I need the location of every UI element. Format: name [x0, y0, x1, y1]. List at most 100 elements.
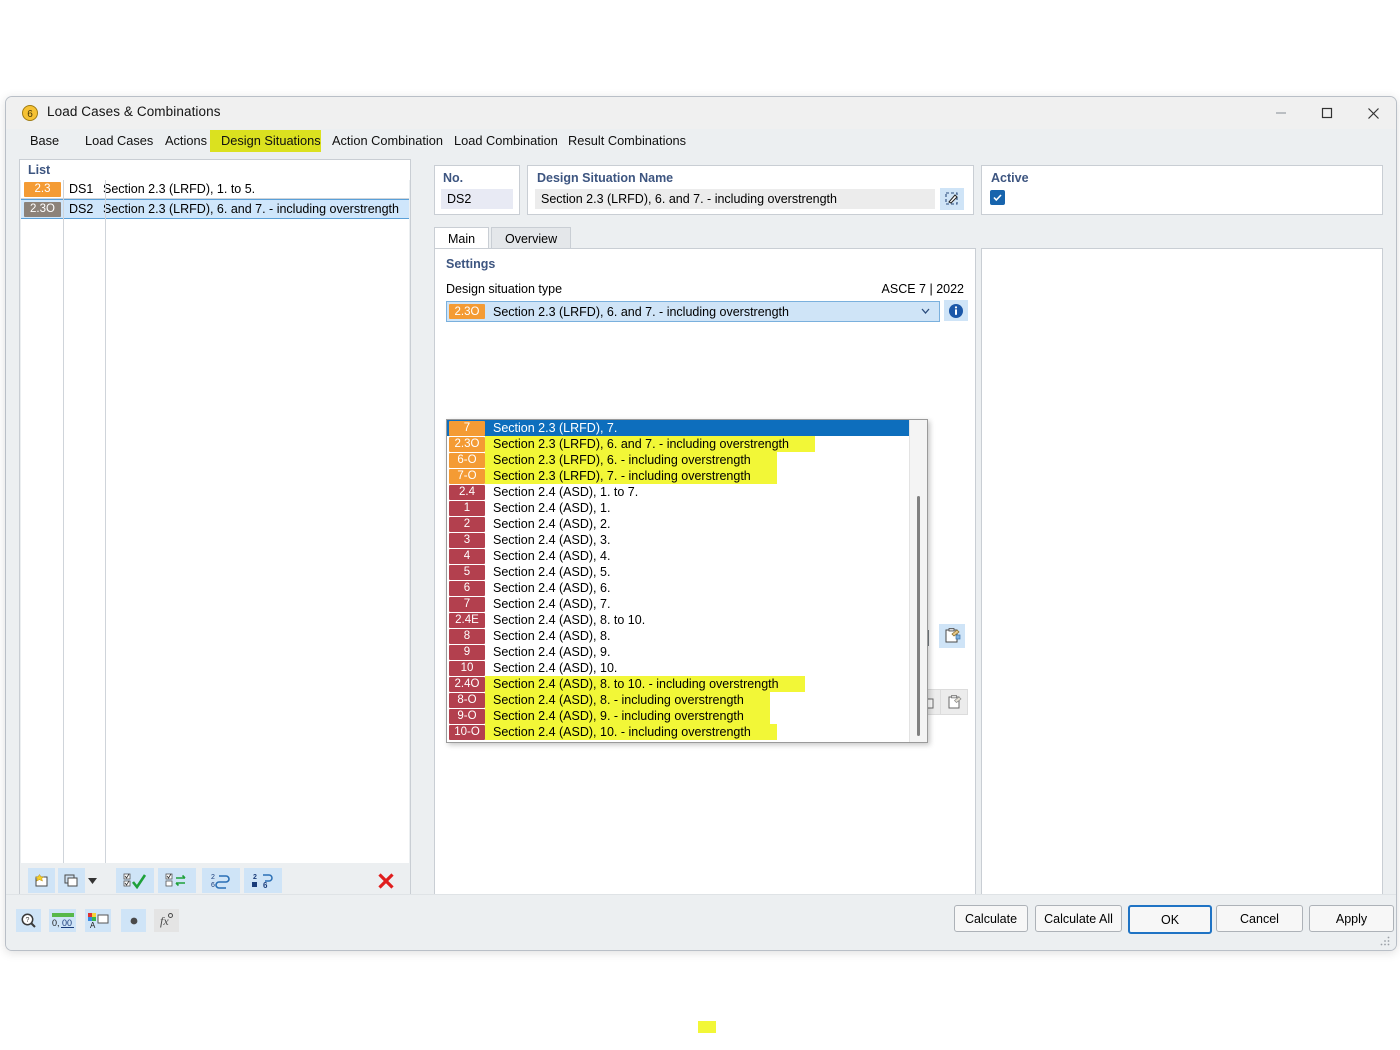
select-all-button[interactable]	[116, 868, 154, 893]
dropdown-item[interactable]: 7Section 2.3 (LRFD), 7.	[447, 420, 927, 436]
dropdown-item-badge: 2.4	[449, 485, 485, 500]
svg-text:6: 6	[211, 882, 215, 889]
column-divider	[105, 180, 106, 863]
sort-button[interactable]: 2 6	[244, 868, 282, 893]
duplicate-dropdown-arrow-icon[interactable]	[83, 868, 101, 893]
table-row[interactable]: 2.3O DS2 Section 2.3 (LRFD), 6. and 7. -…	[21, 199, 409, 219]
svg-text:6: 6	[27, 109, 33, 120]
delete-button[interactable]	[373, 868, 399, 893]
dropdown-item[interactable]: 10-OSection 2.4 (ASD), 10. - including o…	[447, 724, 927, 740]
maximize-button[interactable]	[1304, 97, 1350, 129]
selected-text: Section 2.3 (LRFD), 6. and 7. - includin…	[493, 305, 789, 319]
apply-button[interactable]: Apply	[1309, 905, 1394, 932]
tab-action-combinations[interactable]: Action Combinations	[321, 130, 460, 152]
dot-icon[interactable]	[121, 909, 146, 932]
dropdown-item[interactable]: 2 Section 2.4 (ASD), 2.	[447, 516, 927, 532]
ok-button[interactable]: OK	[1128, 905, 1212, 934]
edit-list-icon[interactable]	[940, 689, 968, 715]
number-field-group: No. DS2	[434, 165, 520, 215]
dropdown-item[interactable]: 7-OSection 2.3 (LRFD), 7. - including ov…	[447, 468, 927, 484]
dropdown-item[interactable]: 2.4 Section 2.4 (ASD), 1. to 7.	[447, 484, 927, 500]
dropdown-item[interactable]: 2.3OSection 2.3 (LRFD), 6. and 7. - incl…	[447, 436, 927, 452]
row-name: Section 2.3 (LRFD), 1. to 5.	[103, 182, 255, 196]
svg-text:A: A	[90, 921, 96, 929]
dropdown-item-label: Section 2.4 (ASD), 8. - including overst…	[485, 692, 770, 708]
design-situation-name-label: Design Situation Name	[537, 171, 673, 185]
edit-icon[interactable]	[940, 188, 964, 210]
close-button[interactable]	[1350, 97, 1396, 129]
table-row[interactable]: 2.3 DS1 Section 2.3 (LRFD), 1. to 5.	[21, 180, 409, 199]
screen-root: 6 Load Cases & Combinations Base Load Ca…	[0, 0, 1400, 1050]
dropdown-item-badge: 9-O	[449, 709, 485, 724]
dropdown-scrollbar-thumb[interactable]	[917, 496, 920, 736]
dropdown-item[interactable]: 3Section 2.4 (ASD), 3.	[447, 532, 927, 548]
duplicate-item-button[interactable]	[58, 868, 85, 893]
standard-label: ASCE 7 | 2022	[882, 282, 964, 296]
tab-result-combinations[interactable]: Result Combinations	[557, 130, 697, 152]
dropdown-item-badge: 6-O	[449, 453, 485, 468]
active-label: Active	[991, 171, 1029, 185]
dropdown-item-badge: 6	[449, 581, 485, 596]
dropdown-item-badge: 9	[449, 645, 485, 660]
dropdown-item[interactable]: 4Section 2.4 (ASD), 4.	[447, 548, 927, 564]
minimize-button[interactable]	[1258, 97, 1304, 129]
dropdown-item[interactable]: 10Section 2.4 (ASD), 10.	[447, 660, 927, 676]
dropdown-item[interactable]: 9-OSection 2.4 (ASD), 9. - including ove…	[447, 708, 927, 724]
svg-text:6: 6	[263, 881, 268, 889]
title-bar: 6 Load Cases & Combinations	[6, 97, 1396, 129]
decimal-places-icon[interactable]: 0, 00	[49, 909, 76, 932]
dropdown-item[interactable]: 2.4OSection 2.4 (ASD), 8. to 10. - inclu…	[447, 676, 927, 692]
calculate-all-button[interactable]: Calculate All	[1035, 905, 1122, 932]
units-magnifier-icon[interactable]: ?	[16, 909, 41, 932]
design-situation-name-input[interactable]: Section 2.3 (LRFD), 6. and 7. - includin…	[535, 189, 935, 209]
new-item-button[interactable]	[28, 868, 55, 893]
tab-overview[interactable]: Overview	[491, 227, 571, 250]
row-number: DS1	[69, 182, 103, 196]
invert-selection-button[interactable]	[158, 868, 196, 893]
dropdown-item-label: Section 2.4 (ASD), 4.	[493, 549, 610, 563]
dropdown-item-label: Section 2.4 (ASD), 1. to 7.	[493, 485, 638, 499]
dropdown-item[interactable]: 5 Section 2.4 (ASD), 5.	[447, 564, 927, 580]
dropdown-item-badge: 2	[449, 517, 485, 532]
svg-text:fx: fx	[160, 914, 169, 928]
number-label: No.	[443, 171, 463, 185]
dropdown-item-label: Section 2.4 (ASD), 7.	[493, 597, 610, 611]
check-icon	[992, 192, 1003, 203]
bottom-highlight-marker	[698, 1021, 716, 1033]
tab-load-combinations[interactable]: Load Combinations	[443, 130, 575, 152]
dropdown-item[interactable]: 6Section 2.4 (ASD), 6.	[447, 580, 927, 596]
tab-base[interactable]: Base	[19, 130, 70, 152]
dropdown-item[interactable]: 8Section 2.4 (ASD), 8.	[447, 628, 927, 644]
tab-load-cases[interactable]: Load Cases	[74, 130, 164, 152]
svg-text:2: 2	[253, 874, 257, 881]
active-checkbox[interactable]	[990, 190, 1005, 205]
info-icon[interactable]	[944, 300, 968, 321]
renumber-button[interactable]: 2 6	[202, 868, 240, 893]
dropdown-item[interactable]: 8-OSection 2.4 (ASD), 8. - including ove…	[447, 692, 927, 708]
design-situation-type-dropdown-list[interactable]: 7Section 2.3 (LRFD), 7.2.3OSection 2.3 (…	[446, 419, 928, 743]
calculate-button[interactable]: Calculate	[954, 905, 1028, 932]
dropdown-item[interactable]: 1Section 2.4 (ASD), 1.	[447, 500, 927, 516]
dropdown-scrollbar[interactable]	[909, 420, 927, 742]
svg-text:2: 2	[211, 874, 215, 881]
dropdown-item-badge: 2.4E	[449, 613, 485, 628]
dropdown-item-badge: 1	[449, 501, 485, 516]
dropdown-item-label: Section 2.4 (ASD), 2.	[493, 517, 610, 531]
dropdown-item[interactable]: 6-OSection 2.3 (LRFD), 6. - including ov…	[447, 452, 927, 468]
right-preview-panel	[981, 248, 1383, 918]
cancel-button[interactable]: Cancel	[1216, 905, 1303, 932]
number-value[interactable]: DS2	[441, 189, 513, 209]
dropdown-item[interactable]: 7Section 2.4 (ASD), 7.	[447, 596, 927, 612]
tab-actions[interactable]: Actions	[154, 130, 218, 152]
dropdown-item-label: Section 2.4 (ASD), 5.	[493, 565, 610, 579]
dropdown-item-badge: 5	[449, 565, 485, 580]
edit-list-icon[interactable]	[939, 624, 965, 648]
dropdown-item[interactable]: 9Section 2.4 (ASD), 9.	[447, 644, 927, 660]
dropdown-item[interactable]: 2.4ESection 2.4 (ASD), 8. to 10.	[447, 612, 927, 628]
tab-design-situations[interactable]: Design Situations	[210, 130, 332, 152]
design-situation-type-select[interactable]: 2.3O Section 2.3 (LRFD), 6. and 7. - inc…	[446, 301, 940, 322]
colors-icon[interactable]: A	[85, 909, 111, 932]
resize-grip-icon[interactable]	[1380, 935, 1390, 945]
formula-icon[interactable]: fx	[154, 909, 179, 932]
list-header: List	[20, 160, 410, 180]
